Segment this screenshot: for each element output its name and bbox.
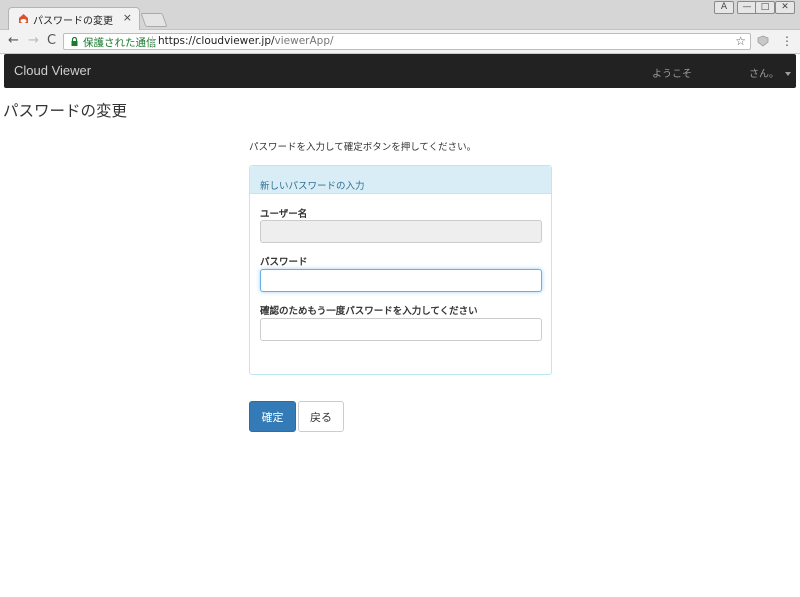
url-text: https://cloudviewer.jp/viewerApp/: [158, 35, 334, 47]
confirm-password-label: 確認のためもう一度パスワードを入力してください: [260, 306, 478, 317]
confirm-button[interactable]: 確定: [249, 401, 296, 432]
tab-title: パスワードの変更: [33, 16, 113, 27]
forward-arrow-icon[interactable]: →: [28, 33, 39, 49]
browser-tab[interactable]: パスワードの変更 ×: [8, 7, 140, 30]
back-arrow-icon[interactable]: ←: [8, 33, 19, 49]
panel-title: 新しいパスワードの入力: [260, 181, 365, 192]
tab-close-icon[interactable]: ×: [123, 11, 132, 24]
cloud-app-icon: [19, 14, 28, 23]
bookmark-star-icon[interactable]: ☆: [735, 34, 746, 48]
user-name-label: さん。: [749, 69, 779, 80]
url-host: https://cloudviewer.jp/: [158, 35, 275, 47]
confirm-password-field[interactable]: [260, 318, 542, 341]
password-field[interactable]: [260, 269, 542, 292]
welcome-text: ようこそ: [652, 69, 692, 80]
username-label: ユーザー名: [260, 209, 308, 220]
lock-icon: [71, 37, 78, 46]
panel-heading: 新しいパスワードの入力: [250, 166, 551, 194]
instruction-text: パスワードを入力して確定ボタンを押してください。: [249, 142, 477, 153]
minimize-button[interactable]: —: [737, 1, 757, 14]
page-title: パスワードの変更: [3, 102, 128, 120]
maximize-button[interactable]: □: [755, 1, 775, 14]
brand-link[interactable]: Cloud Viewer: [14, 63, 91, 78]
profile-button[interactable]: A: [714, 1, 734, 14]
address-bar[interactable]: 保護された通信 https://cloudviewer.jp/viewerApp…: [63, 33, 751, 50]
app-navbar: Cloud Viewer ようこそ さん。: [4, 54, 796, 88]
browser-toolbar: ← → C 保護された通信 https://cloudviewer.jp/vie…: [0, 30, 800, 54]
url-path: viewerApp/: [274, 35, 334, 47]
user-dropdown[interactable]: さん。: [749, 65, 791, 80]
browser-menu-icon[interactable]: ⋮: [781, 33, 793, 49]
browser-titlebar: パスワードの変更 × A — □ ✕: [0, 0, 800, 30]
password-panel: 新しいパスワードの入力 ユーザー名 パスワード 確認のためもう一度パスワードを入…: [249, 165, 552, 375]
secure-label: 保護された通信: [83, 37, 157, 49]
caret-down-icon: [785, 72, 791, 76]
reload-icon[interactable]: C: [47, 33, 56, 49]
url-divider: [152, 36, 153, 48]
password-label: パスワード: [260, 257, 308, 268]
back-button[interactable]: 戻る: [298, 401, 344, 432]
new-tab-button[interactable]: [140, 13, 168, 27]
close-window-button[interactable]: ✕: [775, 1, 795, 14]
extension-shield-icon[interactable]: [757, 35, 769, 47]
username-field: [260, 220, 542, 243]
